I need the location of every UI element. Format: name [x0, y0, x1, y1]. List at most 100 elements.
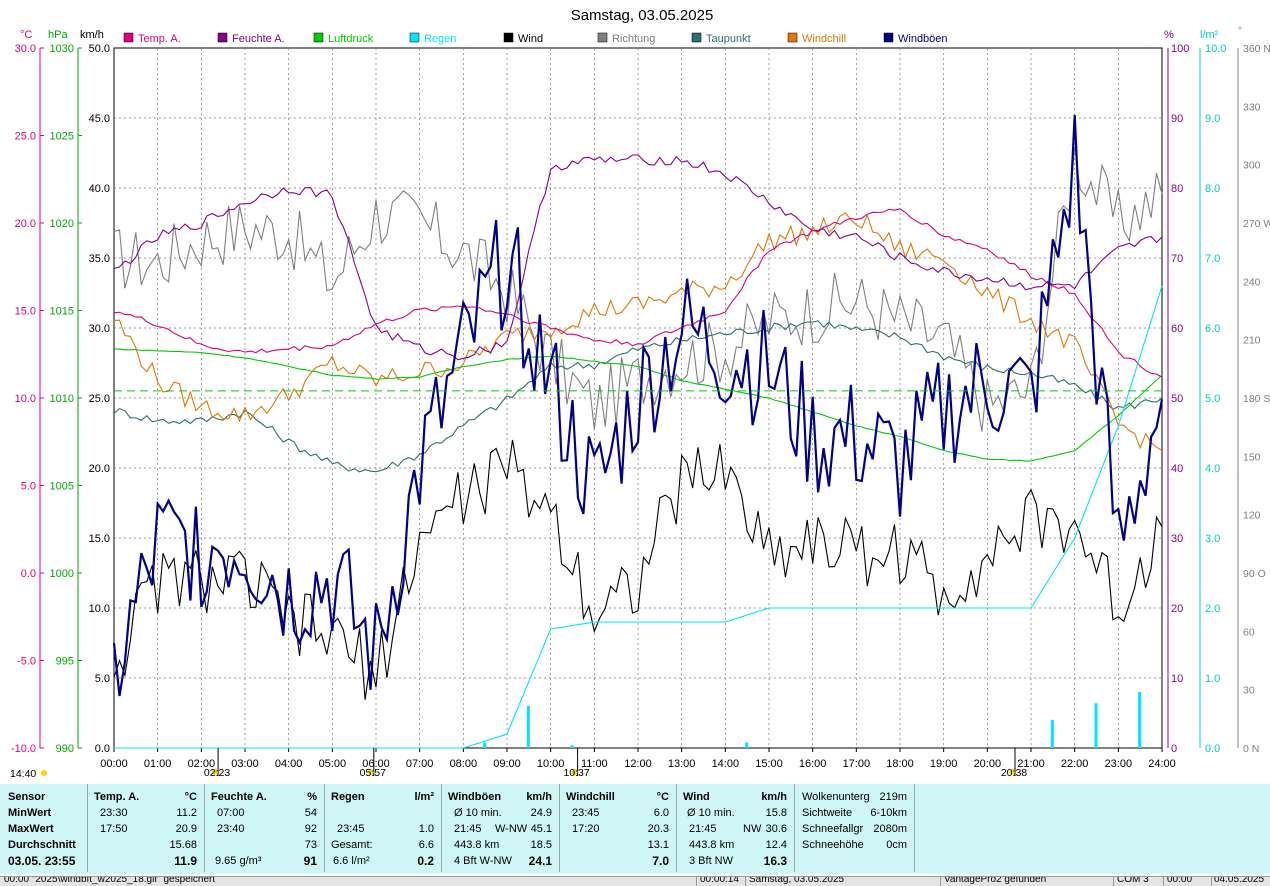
wind-axis-unit: km/h — [80, 29, 104, 41]
temp-avg: 15.68 — [169, 839, 197, 851]
temp-tick-label: -10.0 — [11, 743, 36, 755]
temp-min-val: 11.2 — [176, 807, 197, 819]
wind-tick-label: 5.0 — [95, 673, 110, 685]
wind-unit: km/h — [761, 791, 787, 803]
time-tick-label: 20:00 — [974, 758, 1002, 770]
wind-tick-label: 10.0 — [89, 603, 110, 615]
stats-wind-col: Wind km/h Ø 10 min. 15.8 21:45 NW 30.6 443.8… — [677, 784, 795, 874]
pressure-tick-label: 1030 — [50, 43, 74, 55]
rain-bar — [1138, 692, 1142, 748]
wind-tick-label: 25.0 — [89, 393, 110, 405]
windchill-min-val: 6.0 — [653, 807, 669, 819]
rain-tick-label: 8.0 — [1205, 183, 1220, 195]
legend-label: Windchill — [802, 33, 846, 45]
misc-label-cloud: Wolkenunterg — [802, 791, 870, 803]
time-tick-label: 09:00 — [493, 758, 521, 770]
misc-label-snowline: Schneefallgr — [802, 823, 864, 835]
rain-current: 0.2 — [417, 854, 434, 868]
rain-tick-label: 2.0 — [1205, 603, 1220, 615]
rain-bar — [526, 706, 530, 748]
humidity-tick-label: 80 — [1171, 183, 1183, 195]
humidity-tick-label: 30 — [1171, 533, 1183, 545]
pressure-tick-label: 1015 — [50, 306, 74, 318]
time-tick-label: 05:00 — [319, 758, 347, 770]
wind-max-val: 30.6 — [765, 823, 787, 835]
legend-swatch — [123, 32, 134, 43]
temp-current: 11.9 — [174, 854, 197, 868]
stats-windchill-col: Windchill °C 23:45 6.0 17:20 20.3 13.1 7.0 — [560, 784, 677, 874]
statistics-panel: Sensor MinWert MaxWert Durchschnitt 03.0… — [0, 784, 1270, 874]
humidity-tick-label: 20 — [1171, 603, 1183, 615]
rain-tick-label: 0.0 — [1205, 743, 1220, 755]
rain-tick-label: 6.0 — [1205, 323, 1220, 335]
temp-unit: °C — [184, 791, 197, 803]
time-tick-label: 03:00 — [231, 758, 259, 770]
temp-header: Temp. A. — [94, 791, 140, 803]
wind-bft: 3 Bft NW — [689, 855, 734, 867]
legend-swatch — [691, 32, 702, 43]
rain-bar — [483, 742, 487, 748]
stats-misc-col: Wolkenunterg 219m Sichtweite 6-10km Schnee… — [795, 784, 915, 874]
weather-chart: Samstag, 03.05.2025 Temp. A. Feuchte A. Lu… — [10, 7, 1270, 780]
humidity-tick-label: 100 — [1171, 43, 1189, 55]
status-nextdate: 04.05.2025 — [1214, 876, 1265, 885]
wind-header: Wind — [683, 791, 710, 803]
direction-tick-label: 240 — [1243, 276, 1261, 288]
gust-max-dir: W-NW — [495, 823, 528, 835]
misc-value-visibility: 6-10km — [870, 807, 907, 819]
rain-header: Regen — [331, 791, 365, 803]
stats-sensor-col: Sensor MinWert MaxWert Durchschnitt 03.0… — [0, 784, 88, 874]
temp-tick-label: 5.0 — [21, 481, 36, 493]
humidity-min-val: 54 — [304, 807, 317, 819]
legend-swatch — [883, 32, 894, 43]
pressure-tick-label: 1010 — [50, 393, 74, 405]
wind-tick-label: 15.0 — [89, 533, 110, 545]
humidity-avg: 73 — [304, 839, 317, 851]
legend-swatch — [787, 32, 798, 43]
wind-max-time: 21:45 — [689, 823, 717, 835]
rain-bar — [1050, 720, 1054, 748]
gust-dist-val: 18.5 — [530, 839, 552, 851]
pressure-tick-label: 995 — [56, 656, 74, 668]
legend-swatch — [597, 32, 608, 43]
windchill-max-val: 20.3 — [647, 823, 669, 835]
rain-axis-unit: l/m² — [1200, 29, 1219, 41]
humidity-max-time: 23:40 — [217, 823, 245, 835]
humidity-tick-label: 90 — [1171, 113, 1183, 125]
time-tick-label: 23:00 — [1105, 758, 1133, 770]
rain-tick-label: 10.0 — [1205, 43, 1226, 55]
legend-label: Windböen — [898, 33, 948, 45]
time-tick-label: 16:00 — [799, 758, 827, 770]
legend-swatch — [313, 32, 324, 43]
time-tick-label: 00:00 — [100, 758, 128, 770]
time-tick-label: 19:00 — [930, 758, 958, 770]
rain-tick-label: 7.0 — [1205, 253, 1220, 265]
sensor-row-avg: Durchschnitt — [8, 839, 76, 851]
status-port: COM 3 — [1117, 876, 1149, 885]
direction-axis-unit: ° — [1238, 26, 1242, 37]
gust-max-val: 45.1 — [530, 823, 552, 835]
windchill-min-time: 23:45 — [572, 807, 600, 819]
pressure-tick-label: 1025 — [50, 131, 74, 143]
direction-tick-label: 270 W — [1243, 218, 1270, 230]
status-date: Samstag, 03.05.2025 — [749, 876, 845, 885]
gust-current: 24.1 — [528, 854, 552, 868]
temp-tick-label: 20.0 — [15, 218, 36, 230]
rain-tick-label: 5.0 — [1205, 393, 1220, 405]
temp-tick-label: -5.0 — [17, 656, 36, 668]
humidity-axis-unit: % — [1164, 29, 1174, 41]
time-tick-label: 13:00 — [668, 758, 696, 770]
direction-tick-label: 0 N — [1243, 743, 1259, 755]
prev-day-marker: 14:40 — [10, 768, 36, 780]
pressure-tick-label: 1000 — [50, 568, 74, 580]
sunrise-label: 05:57 — [360, 767, 386, 779]
legend-label: Wind — [518, 33, 543, 45]
legend-label: Regen — [424, 33, 456, 45]
chart-title: Samstag, 03.05.2025 — [571, 7, 714, 24]
humidity-tick-label: 50 — [1171, 393, 1183, 405]
humidity-tick-label: 40 — [1171, 463, 1183, 475]
direction-tick-label: 30 — [1243, 685, 1255, 697]
temp-max-time: 17:50 — [100, 823, 128, 835]
direction-tick-label: 90 O — [1243, 568, 1266, 580]
wind-tick-label: 20.0 — [89, 463, 110, 475]
